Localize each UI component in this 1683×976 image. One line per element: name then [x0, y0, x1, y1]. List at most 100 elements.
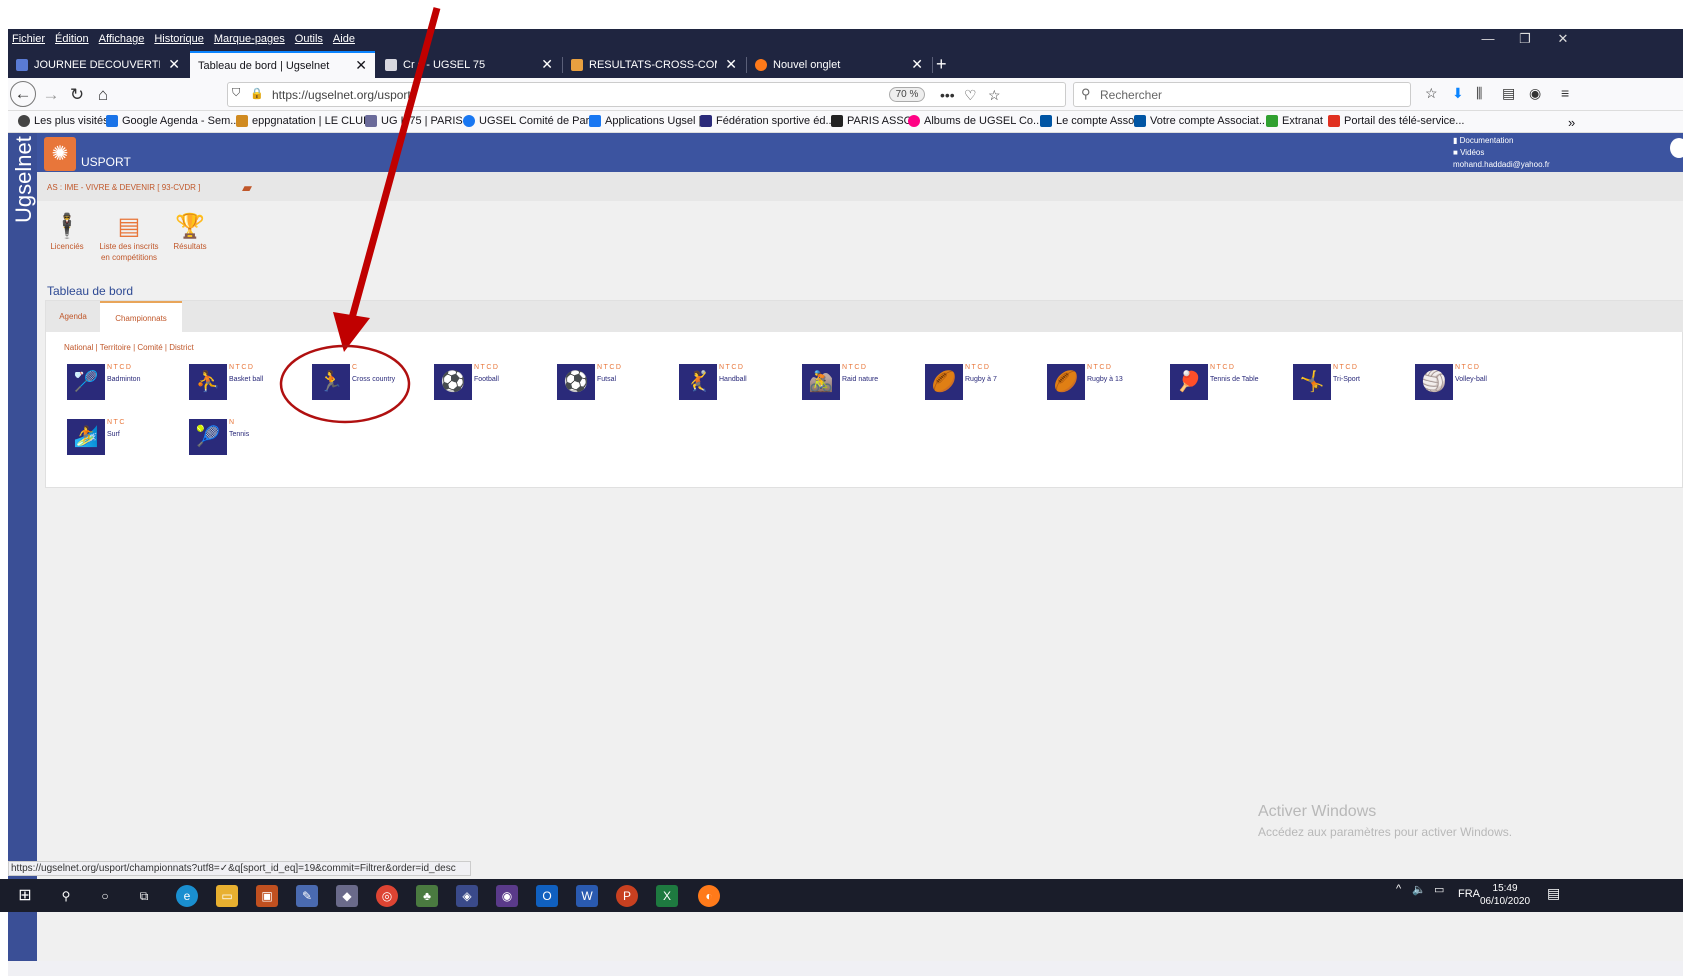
- home-icon[interactable]: ⌂: [91, 84, 115, 106]
- menu-affichage[interactable]: Affichage: [99, 33, 145, 45]
- pocket-icon[interactable]: ♡: [964, 87, 977, 104]
- back-icon[interactable]: ←: [10, 81, 36, 107]
- sport-pictogram-icon[interactable]: 🏃: [312, 364, 350, 400]
- sport-pictogram-icon[interactable]: 🏉: [925, 364, 963, 400]
- tab-cross-ugsel[interactable]: Cr s - UGSEL 75 ✕: [377, 51, 561, 78]
- usport-logo-icon[interactable]: ✺: [44, 137, 76, 171]
- task-view-icon[interactable]: ⧉: [133, 885, 155, 907]
- search-bar[interactable]: ⚲ Rechercher: [1073, 82, 1411, 107]
- sport-levels[interactable]: NTCD: [1455, 364, 1480, 371]
- url-text[interactable]: https://ugselnet.org/usport: [272, 88, 411, 102]
- sport-levels[interactable]: NTCD: [474, 364, 499, 371]
- videos-link[interactable]: ■ Vidéos: [1453, 147, 1550, 159]
- sport-levels[interactable]: N: [229, 419, 236, 426]
- menu-aide[interactable]: Aide: [333, 33, 355, 45]
- sport-pictogram-icon[interactable]: 🎾: [189, 419, 227, 455]
- sport-pictogram-icon[interactable]: 🤸: [1293, 364, 1331, 400]
- more-icon[interactable]: •••: [940, 87, 955, 103]
- menu-outils[interactable]: Outils: [295, 33, 323, 45]
- paint-icon[interactable]: ✎: [296, 885, 318, 907]
- switch-association-icon[interactable]: ▰: [242, 180, 252, 196]
- sport-levels[interactable]: NTCD: [719, 364, 744, 371]
- tab-tableau-de-bord[interactable]: Tableau de bord | Ugselnet ✕: [190, 51, 375, 78]
- notifications-icon[interactable]: ▤: [1547, 885, 1560, 902]
- bookmark-item[interactable]: UGSEL Comité de Paris: [463, 115, 597, 127]
- bookmark-star-icon[interactable]: ☆: [988, 87, 1001, 104]
- sport-pictogram-icon[interactable]: 🏓: [1170, 364, 1208, 400]
- tab-resultats-cross[interactable]: RESULTATS-CROSS-COMITE-DE ✕: [563, 51, 745, 78]
- close-icon[interactable]: ✕: [355, 57, 367, 74]
- windows-start-icon[interactable]: ⊞: [14, 885, 36, 907]
- sport-levels[interactable]: NTCD: [229, 364, 254, 371]
- sport-name[interactable]: Football: [474, 376, 499, 383]
- sport-card[interactable]: 🚵 NTCD Raid nature: [802, 364, 924, 404]
- sport-card[interactable]: 🏉 NTCD Rugby à 13: [1047, 364, 1169, 404]
- sport-pictogram-icon[interactable]: ⛹: [189, 364, 227, 400]
- reload-icon[interactable]: ↻: [65, 84, 89, 106]
- sport-levels[interactable]: NTCD: [107, 364, 132, 371]
- sport-pictogram-icon[interactable]: 🚵: [802, 364, 840, 400]
- sport-levels[interactable]: NTC: [107, 419, 126, 426]
- app-icon[interactable]: ▣: [256, 885, 278, 907]
- hamburger-menu-icon[interactable]: ≡: [1561, 85, 1569, 101]
- bookmark-item[interactable]: Portail des télé-service...: [1328, 115, 1464, 127]
- tab-nouvel-onglet[interactable]: Nouvel onglet ✕: [747, 51, 931, 78]
- excel-icon[interactable]: X: [656, 885, 678, 907]
- menu-resultats[interactable]: 🏆 Résultats: [168, 213, 212, 252]
- volume-icon[interactable]: 🔈: [1412, 883, 1426, 896]
- close-window-icon[interactable]: ✕: [1543, 29, 1583, 49]
- sport-levels[interactable]: NTCD: [842, 364, 867, 371]
- sport-card[interactable]: 🏸 NTCD Badminton: [67, 364, 189, 404]
- sport-name[interactable]: Rugby à 7: [965, 376, 997, 383]
- app-icon[interactable]: ♣: [416, 885, 438, 907]
- tab-journee-decouverte[interactable]: JOURNEE DECOUVERTE SPORTI ✕: [8, 51, 188, 78]
- sport-levels[interactable]: C: [352, 364, 359, 371]
- download-icon[interactable]: ⬇: [1452, 85, 1464, 102]
- tray-chevron-icon[interactable]: ^: [1396, 883, 1401, 895]
- tab-championnats[interactable]: Championnats: [100, 301, 182, 332]
- close-icon[interactable]: ✕: [168, 56, 180, 73]
- sport-pictogram-icon[interactable]: ⚽: [434, 364, 472, 400]
- menu-liste-inscrits[interactable]: ▤ Liste des inscrits en compétitions: [96, 213, 162, 263]
- menu-licencies[interactable]: 🕴 Licenciés: [46, 213, 88, 252]
- sport-pictogram-icon[interactable]: ⚽: [557, 364, 595, 400]
- sport-card[interactable]: 🤾 NTCD Handball: [679, 364, 801, 404]
- sport-name[interactable]: Badminton: [107, 376, 140, 383]
- forward-icon[interactable]: →: [39, 84, 63, 106]
- url-bar[interactable]: ⛉ 🔒 https://ugselnet.org/usport 70 % •••…: [227, 82, 1066, 107]
- bookmark-item[interactable]: Applications Ugsel |: [589, 115, 701, 127]
- sport-card[interactable]: 🏃 C Cross country: [312, 364, 434, 404]
- language-indicator[interactable]: FRA: [1458, 888, 1480, 900]
- association-name[interactable]: AS : IME - VIVRE & DEVENIR [ 93-CVDR ]: [47, 183, 200, 192]
- bookmark-item[interactable]: Les plus visités: [18, 115, 109, 127]
- cortana-icon[interactable]: ○: [94, 885, 116, 907]
- bookmark-item[interactable]: eppgnatation | LE CLUB: [236, 115, 370, 127]
- app-icon[interactable]: ◈: [456, 885, 478, 907]
- tab-agenda[interactable]: Agenda: [46, 301, 100, 332]
- sport-name[interactable]: Volley-ball: [1455, 376, 1487, 383]
- bookmark-item[interactable]: Extranat: [1266, 115, 1323, 127]
- menu-edition[interactable]: Édition: [55, 33, 89, 45]
- sport-pictogram-icon[interactable]: 🏉: [1047, 364, 1085, 400]
- minimize-icon[interactable]: —: [1468, 29, 1508, 49]
- sport-levels[interactable]: NTCD: [965, 364, 990, 371]
- close-icon[interactable]: ✕: [541, 56, 553, 73]
- bookmark-item[interactable]: Fédération sportive éd...: [700, 115, 835, 127]
- sport-levels[interactable]: NTCD: [597, 364, 622, 371]
- sport-pictogram-icon[interactable]: 🤾: [679, 364, 717, 400]
- menu-fichier[interactable]: Fichier: [12, 33, 45, 45]
- level-filters[interactable]: National | Territoire | Comité | Distric…: [64, 343, 194, 352]
- sport-card[interactable]: 🤸 NTCD Tri-Sport: [1293, 364, 1415, 404]
- sport-card[interactable]: ⚽ NTCD Football: [434, 364, 556, 404]
- powerpoint-icon[interactable]: P: [616, 885, 638, 907]
- close-icon[interactable]: ✕: [725, 56, 737, 73]
- menu-marque-pages[interactable]: Marque-pages: [214, 33, 285, 45]
- word-icon[interactable]: W: [576, 885, 598, 907]
- app-icon[interactable]: ◉: [496, 885, 518, 907]
- sport-name[interactable]: Surf: [107, 431, 120, 438]
- sport-name[interactable]: Futsal: [597, 376, 616, 383]
- sport-name[interactable]: Cross country: [352, 376, 395, 383]
- user-email[interactable]: mohand.haddadi@yahoo.fr: [1453, 159, 1550, 171]
- app-icon[interactable]: ◆: [336, 885, 358, 907]
- sport-name[interactable]: Tennis de Table: [1210, 376, 1259, 383]
